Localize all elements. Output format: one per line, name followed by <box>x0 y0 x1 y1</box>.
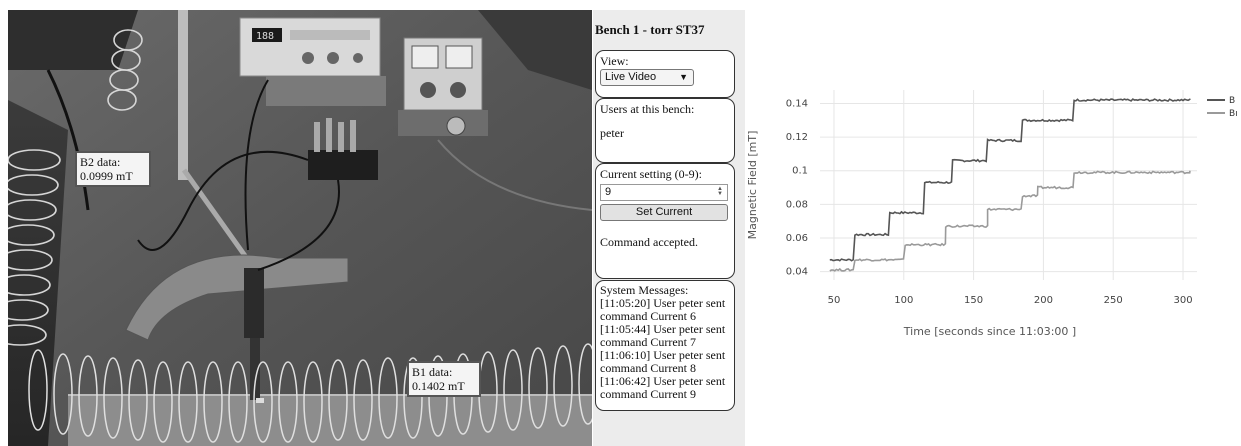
view-label: View: <box>600 54 629 68</box>
b2-data-value: 0.0999 mT <box>80 169 133 183</box>
x-tick-label: 300 <box>1173 295 1192 306</box>
users-label: Users at this bench: <box>600 102 695 116</box>
y-tick-label: 0.08 <box>786 199 808 210</box>
b1-data-label: B1 data: <box>412 365 453 379</box>
x-tick-label: 150 <box>964 295 983 306</box>
y-tick-label: 0.04 <box>786 267 808 278</box>
system-messages-card: System Messages: [11:05:20] User peter s… <box>595 280 735 411</box>
power-supply <box>398 37 488 136</box>
live-video-feed: 188 B2 data: 0.0999 mT B1 data: 0.1402 m… <box>8 10 592 446</box>
y-tick-label: 0.06 <box>786 233 808 244</box>
chart-svg: 0.04 0.06 0.08 0.1 0.12 0.14 50 100 150 200 250 300… <box>746 90 1238 338</box>
y-tick-label: 0.1 <box>792 166 808 177</box>
view-select[interactable]: Live Video ▼ <box>600 69 694 86</box>
legend-label: Bı <box>1229 109 1238 119</box>
legend-label: B <box>1229 96 1235 106</box>
x-tick-label: 200 <box>1034 295 1053 306</box>
spinner-arrows-icon[interactable]: ▲ ▼ <box>717 186 723 198</box>
control-panel: Bench 1 - torr ST37 View: Live Video ▼ U… <box>593 10 745 446</box>
x-tick-label: 100 <box>894 295 913 306</box>
current-input[interactable]: 9 ▲ ▼ <box>600 184 728 201</box>
current-card: Current setting (0-9): 9 ▲ ▼ Set Current … <box>595 163 735 279</box>
view-select-value: Live Video <box>605 71 657 83</box>
current-label: Current setting (0-9): <box>600 167 702 181</box>
users-card: Users at this bench: peter <box>595 98 735 163</box>
bench-title: Bench 1 - torr ST37 <box>595 22 705 37</box>
command-status: Command accepted. <box>600 235 698 249</box>
x-axis-title: Time [seconds since 11:03:00 ] <box>903 325 1076 338</box>
b1-data-value: 0.1402 mT <box>412 379 465 393</box>
b1-data-overlay: B1 data: 0.1402 mT <box>407 361 481 397</box>
view-card: View: Live Video ▼ <box>595 50 735 98</box>
chevron-down-icon: ▼ <box>679 72 688 82</box>
b2-data-label: B2 data: <box>80 155 121 169</box>
power-supply-display: 188 <box>256 31 274 42</box>
y-axis-title: Magnetic Field [mT] <box>746 131 759 240</box>
magnetic-field-chart: 0.04 0.06 0.08 0.1 0.12 0.14 50 100 150 200 250 300… <box>745 10 1241 446</box>
x-tick-label: 50 <box>828 295 841 306</box>
series-line <box>829 170 1191 272</box>
current-input-value: 9 <box>605 186 612 198</box>
x-tick-label: 250 <box>1104 295 1123 306</box>
users-list: peter <box>600 126 624 140</box>
y-tick-label: 0.12 <box>786 132 808 143</box>
set-current-button[interactable]: Set Current <box>600 204 728 221</box>
y-tick-label: 0.14 <box>786 98 808 109</box>
b2-data-overlay: B2 data: 0.0999 mT <box>75 151 151 187</box>
message-line: command Current 9 <box>600 387 696 401</box>
bench-photo: 188 <box>8 10 592 446</box>
series-line <box>829 98 1191 262</box>
